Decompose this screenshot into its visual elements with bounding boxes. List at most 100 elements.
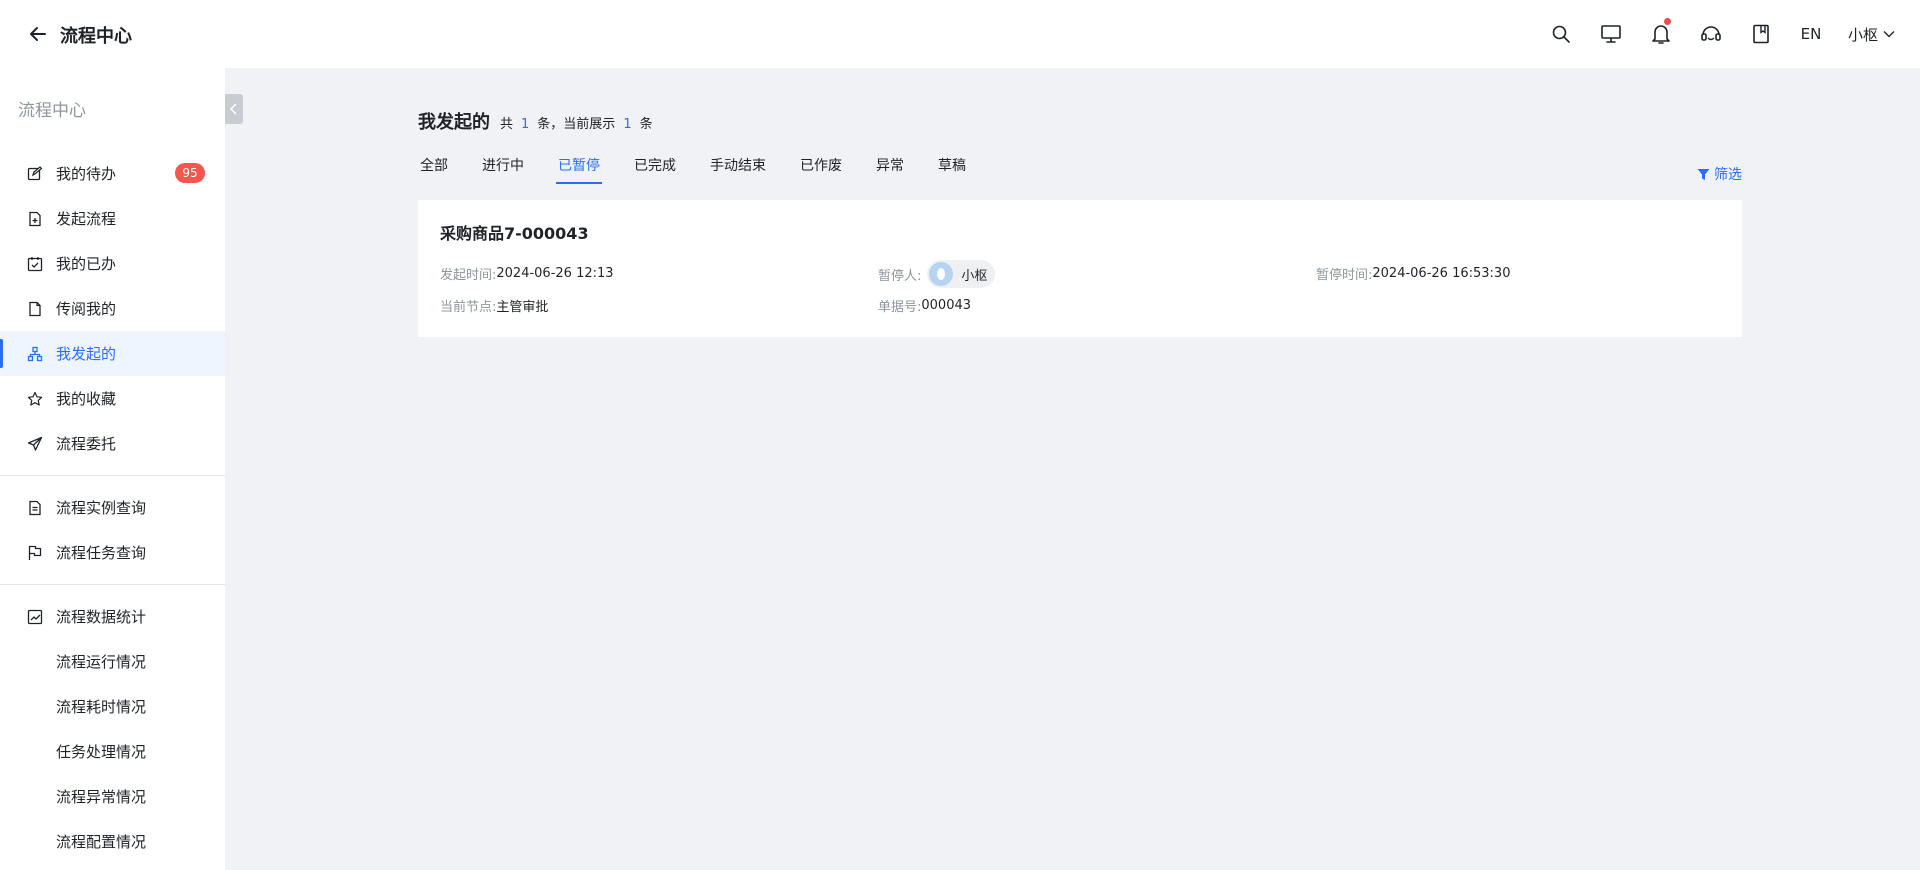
search-icon	[1552, 25, 1570, 43]
sidebar-menu: 我的待办 95 发起流程 我的已办 传阅我的 我发起的 我的收藏 流程委托 流程…	[0, 151, 225, 864]
todo-count-badge: 95	[175, 163, 205, 183]
tab-exception[interactable]: 异常	[874, 154, 906, 184]
chevron-left-icon	[229, 103, 237, 115]
sidebar-item-delegation[interactable]: 流程委托	[0, 421, 225, 466]
notification-dot	[1663, 18, 1671, 25]
tab-manually-ended[interactable]: 手动结束	[708, 154, 768, 184]
user-menu[interactable]: 小枢	[1848, 24, 1896, 45]
sidebar-item-my-initiated[interactable]: 我发起的	[0, 331, 225, 376]
sidebar-item-label: 流程任务查询	[56, 544, 147, 562]
sidebar-item-my-todo[interactable]: 我的待办 95	[0, 151, 225, 196]
sidebar-item-label: 流程实例查询	[56, 499, 147, 517]
sidebar: 流程中心 我的待办 95 发起流程 我的已办 传阅我的 我发起的 我的收藏 流程…	[0, 68, 225, 870]
start-time-value: 2024-06-26 12:13	[496, 266, 614, 281]
support-button[interactable]	[1686, 0, 1736, 68]
total-count: 1	[521, 117, 530, 132]
filter-button[interactable]: 筛选	[1697, 164, 1742, 184]
user-chip: 小枢	[927, 260, 996, 288]
tab-voided[interactable]: 已作废	[798, 154, 844, 184]
sidebar-item-label: 流程运行情况	[56, 653, 147, 671]
header-actions: EN 小枢	[1536, 0, 1896, 68]
pause-time-value: 2024-06-26 16:53:30	[1372, 266, 1511, 281]
headset-icon	[1701, 26, 1721, 41]
sidebar-item-instance-query[interactable]: 流程实例查询	[0, 485, 225, 530]
sidebar-item-statistics[interactable]: 流程数据统计	[0, 594, 225, 639]
document-icon	[26, 300, 44, 318]
back-button[interactable]	[24, 20, 52, 48]
file-search-icon	[26, 499, 44, 517]
avatar	[929, 262, 954, 286]
tab-paused[interactable]: 已暂停	[556, 154, 602, 184]
search-button[interactable]	[1536, 0, 1586, 68]
status-tabs: 全部 进行中 已暂停 已完成 手动结束 已作废 异常 草稿	[418, 154, 998, 184]
back-arrow-icon	[30, 27, 46, 41]
sidebar-item-label: 我发起的	[56, 345, 117, 363]
flow-icon	[26, 345, 44, 363]
app-title: 流程中心	[60, 26, 132, 47]
menu-divider	[0, 475, 225, 476]
workbench-button[interactable]	[1586, 0, 1636, 68]
sidebar-item-time-cost[interactable]: 流程耗时情况	[0, 684, 225, 729]
list-header: 我发起的 共 1 条，当前展示 1 条	[418, 108, 653, 134]
current-node-field: 当前节点: 主管审批	[440, 296, 548, 315]
field-label: 暂停人:	[878, 268, 922, 284]
menu-divider	[0, 584, 225, 585]
page-title: 我发起的	[418, 112, 490, 133]
sidebar-item-label: 流程配置情况	[56, 833, 147, 851]
notifications-button[interactable]	[1636, 0, 1686, 68]
field-label: 当前节点:	[440, 300, 497, 315]
doc-number-value: 000043	[921, 298, 972, 313]
filter-icon	[1697, 168, 1710, 180]
sidebar-item-label: 发起流程	[56, 210, 117, 228]
docs-button[interactable]	[1736, 0, 1786, 68]
sidebar-item-label: 流程耗时情况	[56, 698, 147, 716]
sidebar-collapse-button[interactable]	[225, 94, 243, 124]
filter-label: 筛选	[1714, 167, 1742, 183]
count-mid: 条，当前展示	[537, 117, 616, 132]
tab-completed[interactable]: 已完成	[632, 154, 678, 184]
send-icon	[26, 435, 44, 453]
calendar-check-icon	[26, 255, 44, 273]
tab-in-progress[interactable]: 进行中	[480, 154, 526, 184]
field-label: 单据号:	[878, 300, 922, 315]
sidebar-item-favorites[interactable]: 我的收藏	[0, 376, 225, 421]
user-name: 小枢	[1847, 25, 1878, 44]
doc-number-field: 单据号: 000043	[878, 296, 971, 315]
sidebar-item-my-done[interactable]: 我的已办	[0, 241, 225, 286]
sidebar-item-label: 我的已办	[56, 255, 117, 273]
chart-icon	[26, 608, 44, 626]
edit-icon	[26, 165, 44, 183]
sidebar-item-circulated[interactable]: 传阅我的	[0, 286, 225, 331]
language-switch[interactable]: EN	[1786, 25, 1836, 43]
sidebar-item-label: 流程数据统计	[56, 608, 147, 626]
process-card[interactable]: 采购商品7-000043 发起时间: 2024-06-26 12:13 暂停人:…	[418, 200, 1742, 337]
tab-draft[interactable]: 草稿	[936, 154, 968, 184]
sidebar-item-label: 我的收藏	[56, 390, 117, 408]
current-node-value: 主管审批	[496, 300, 549, 315]
pause-time-field: 暂停时间: 2024-06-26 16:53:30	[1316, 264, 1510, 283]
sidebar-item-exceptions[interactable]: 流程异常情况	[0, 774, 225, 819]
sidebar-item-label: 传阅我的	[56, 300, 117, 318]
sidebar-item-label: 任务处理情况	[56, 743, 147, 761]
tab-all[interactable]: 全部	[418, 154, 450, 184]
sidebar-item-task-handling[interactable]: 任务处理情况	[0, 729, 225, 774]
top-header: 流程中心 EN 小枢	[0, 0, 1920, 68]
flag-icon	[26, 544, 44, 562]
bell-icon	[1652, 25, 1670, 44]
record-count: 共 1 条，当前展示 1 条	[500, 113, 653, 132]
document-add-icon	[26, 210, 44, 228]
sidebar-item-start-process[interactable]: 发起流程	[0, 196, 225, 241]
sidebar-item-task-query[interactable]: 流程任务查询	[0, 530, 225, 575]
shown-count: 1	[623, 117, 632, 132]
sidebar-item-label: 我的待办	[56, 165, 117, 183]
sidebar-item-label: 流程异常情况	[56, 788, 147, 806]
field-label: 暂停时间:	[1316, 268, 1373, 283]
sidebar-item-config[interactable]: 流程配置情况	[0, 819, 225, 864]
count-suffix: 条	[639, 117, 653, 132]
chevron-down-icon	[1883, 31, 1895, 38]
star-icon	[26, 390, 44, 408]
sidebar-item-run-status[interactable]: 流程运行情况	[0, 639, 225, 684]
count-prefix: 共	[500, 117, 514, 132]
monitor-icon	[1601, 25, 1621, 43]
bookmark-icon	[1753, 24, 1769, 44]
